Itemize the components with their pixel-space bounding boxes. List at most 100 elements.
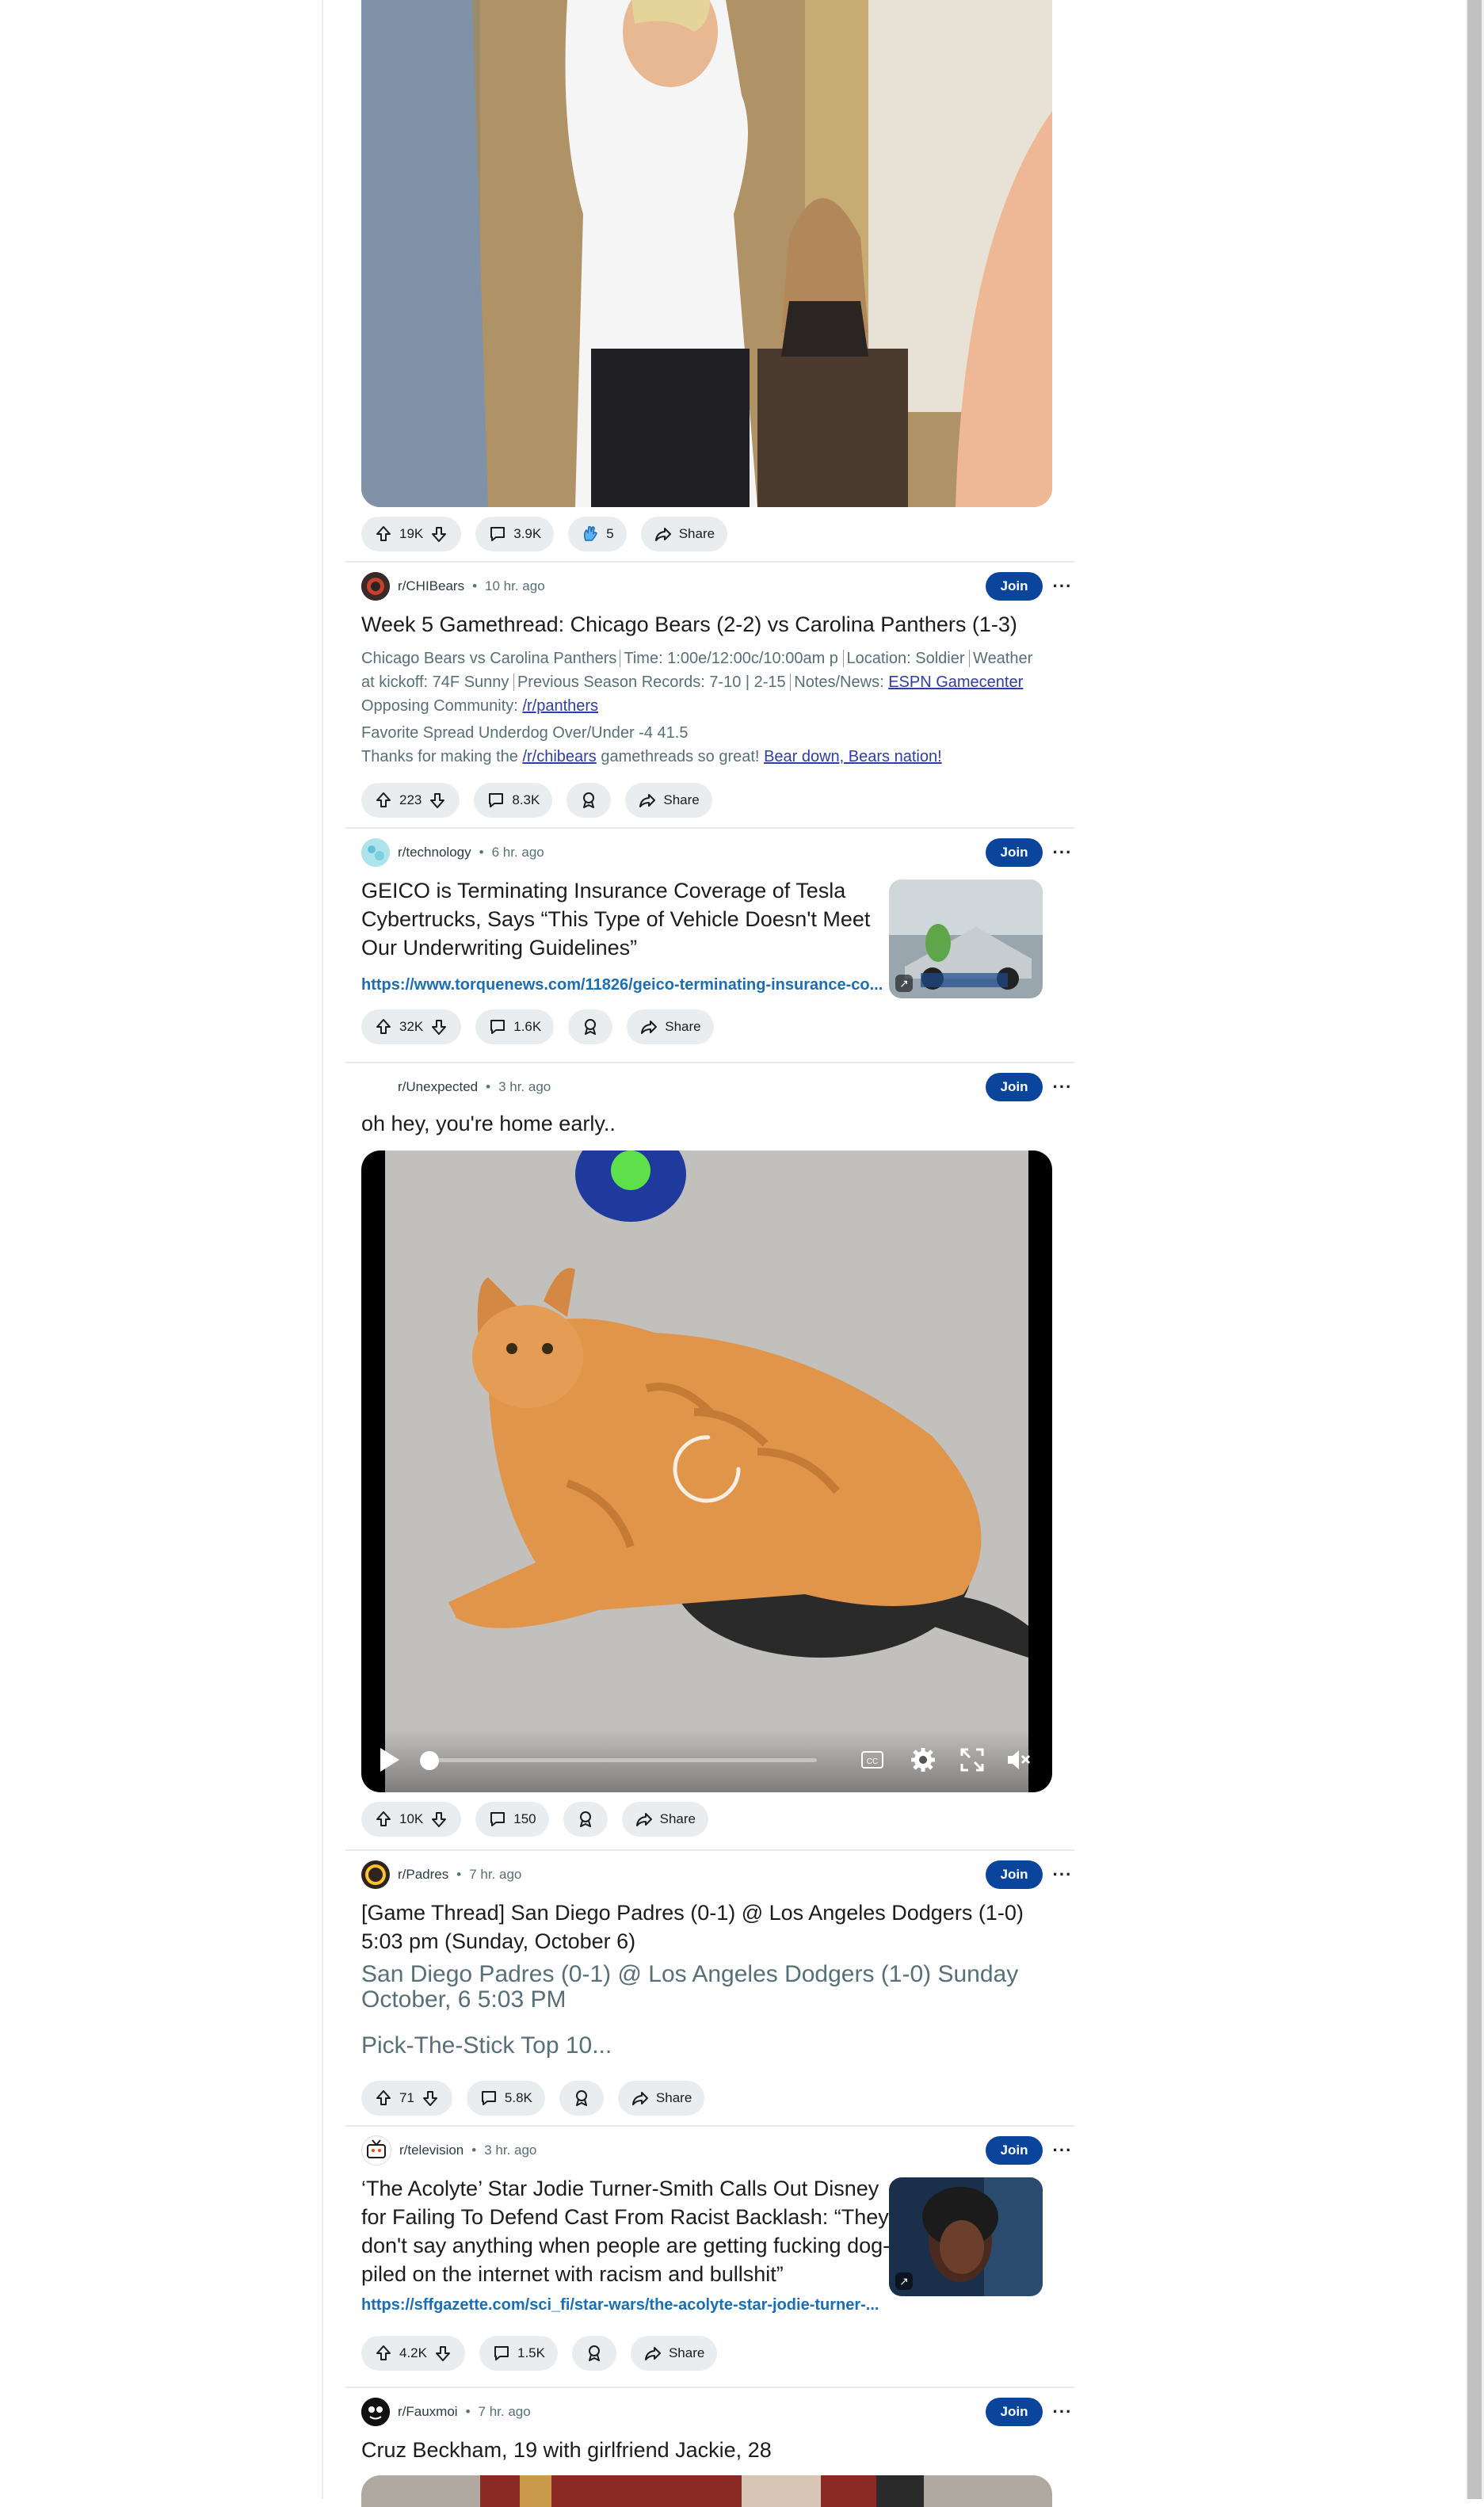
upvote-icon[interactable] xyxy=(374,1017,393,1036)
share-button[interactable]: Share xyxy=(617,2081,705,2116)
share-button[interactable]: Share xyxy=(627,1009,714,1044)
comments-button[interactable]: 5.8K xyxy=(466,2081,545,2116)
external-link-icon: ↗ xyxy=(895,975,913,992)
post-technology[interactable]: r/technology • 6 hr. ago Join ··· GEICO … xyxy=(345,830,1074,1060)
post-title[interactable]: Cruz Beckham, 19 with girlfriend Jackie,… xyxy=(361,2436,1059,2464)
downvote-icon[interactable] xyxy=(429,525,448,544)
subreddit-avatar[interactable] xyxy=(361,572,390,601)
share-label: Share xyxy=(663,792,700,807)
post-body[interactable]: San Diego Padres (0-1) @ Los Angeles Dod… xyxy=(361,1962,1059,2013)
share-button[interactable]: Share xyxy=(640,517,728,551)
post-title[interactable]: [Game Thread] San Diego Padres (0-1) @ L… xyxy=(361,1898,1059,1956)
external-link[interactable]: https://sffgazette.com/sci_fi/star-wars/… xyxy=(361,2296,892,2314)
downvote-icon[interactable] xyxy=(428,791,447,810)
feed-left-border xyxy=(322,0,323,2499)
subreddit-name[interactable]: r/Fauxmoi xyxy=(398,2404,458,2420)
post-actions: 4.2K 1.5K Share xyxy=(361,2336,718,2371)
subreddit-name[interactable]: r/technology xyxy=(398,845,471,860)
upvote-icon[interactable] xyxy=(374,525,393,544)
upvote-icon[interactable] xyxy=(374,2344,393,2363)
upvote-icon[interactable] xyxy=(374,2089,393,2108)
share-button[interactable]: Share xyxy=(621,1802,708,1837)
subreddit-avatar[interactable] xyxy=(361,838,390,867)
join-button[interactable]: Join xyxy=(986,572,1043,601)
post-image[interactable]: 19K 3.9K 5 Share xyxy=(345,0,1074,558)
more-options-icon[interactable]: ··· xyxy=(1051,1860,1074,1889)
post-thumbnail[interactable]: ↗ xyxy=(889,880,1043,998)
comments-button[interactable]: 3.9K xyxy=(475,517,555,551)
subreddit-name[interactable]: r/CHIBears xyxy=(398,578,464,594)
panthers-link[interactable]: /r/panthers xyxy=(522,697,598,715)
subreddit-avatar[interactable] xyxy=(361,2135,391,2165)
share-button[interactable]: Share xyxy=(630,2336,718,2371)
more-options-icon[interactable]: ··· xyxy=(1051,838,1074,867)
share-icon xyxy=(654,528,671,541)
post-bears[interactable]: r/CHIBears • 10 hr. ago Join ··· Week 5 … xyxy=(345,564,1074,826)
post-title[interactable]: Week 5 Gamethread: Chicago Bears (2-2) v… xyxy=(361,610,1074,639)
mute-icon[interactable] xyxy=(1005,1746,1032,1777)
fullscreen-icon[interactable] xyxy=(959,1746,986,1777)
post-body-preview[interactable]: Pick-The-Stick Top 10... xyxy=(361,2033,1059,2059)
subreddit-avatar[interactable] xyxy=(361,1073,390,1101)
post-padres[interactable]: r/Padres • 7 hr. ago Join ··· [Game Thre… xyxy=(345,1853,1074,2122)
post-title[interactable]: GEICO is Terminating Insurance Coverage … xyxy=(361,876,884,962)
espn-gamecenter-link[interactable]: ESPN Gamecenter xyxy=(888,673,1023,691)
award-button[interactable] xyxy=(563,1802,608,1837)
post-divider xyxy=(345,2125,1074,2127)
external-link[interactable]: https://www.torquenews.com/11826/geico-t… xyxy=(361,976,892,994)
scrollbar-thumb[interactable] xyxy=(1467,0,1482,2499)
join-button[interactable]: Join xyxy=(986,838,1043,867)
comments-button[interactable]: 150 xyxy=(475,1802,549,1837)
more-options-icon[interactable]: ··· xyxy=(1051,2136,1074,2165)
subreddit-name[interactable]: r/television xyxy=(399,2143,464,2158)
downvote-icon[interactable] xyxy=(429,1810,448,1829)
post-title[interactable]: ‘The Acolyte’ Star Jodie Turner-Smith Ca… xyxy=(361,2174,892,2288)
more-options-icon[interactable]: ··· xyxy=(1051,572,1074,601)
upvote-icon[interactable] xyxy=(374,791,393,810)
more-options-icon[interactable]: ··· xyxy=(1051,1073,1074,1101)
video-progress-track[interactable] xyxy=(425,1758,817,1762)
post-fauxmoi[interactable]: r/Fauxmoi • 7 hr. ago Join ··· Cruz Beck… xyxy=(345,2390,1074,2507)
post-image-media[interactable] xyxy=(361,2475,1052,2507)
closed-captions-icon[interactable]: CC xyxy=(860,1750,884,1774)
share-button[interactable]: Share xyxy=(625,783,712,818)
video-player[interactable]: CC xyxy=(361,1150,1052,1792)
join-button[interactable]: Join xyxy=(986,2398,1043,2426)
downvote-icon[interactable] xyxy=(429,1017,448,1036)
comment-count: 1.6K xyxy=(513,1019,542,1034)
post-body-line: Favorite Spread Underdog Over/Under -4 4… xyxy=(361,724,689,742)
video-scrubber-handle[interactable] xyxy=(420,1751,439,1770)
downvote-icon[interactable] xyxy=(433,2344,452,2363)
post-thumbnail[interactable]: ↗ xyxy=(889,2177,1043,2296)
meta-dot: • xyxy=(456,1867,462,1882)
settings-gear-icon[interactable] xyxy=(910,1746,937,1777)
award-button[interactable]: 5 xyxy=(568,517,627,551)
post-image-media[interactable] xyxy=(361,0,1052,507)
award-button[interactable] xyxy=(571,2336,616,2371)
join-button[interactable]: Join xyxy=(986,1860,1043,1889)
bear-down-link[interactable]: Bear down, Bears nation! xyxy=(764,748,942,765)
subreddit-avatar[interactable] xyxy=(361,2398,390,2426)
play-icon[interactable] xyxy=(377,1746,401,1777)
upvote-icon[interactable] xyxy=(374,1810,393,1829)
subreddit-name[interactable]: r/Unexpected xyxy=(398,1079,478,1095)
post-unexpected[interactable]: r/Unexpected • 3 hr. ago Join ··· oh hey… xyxy=(345,1065,1074,1849)
subreddit-avatar[interactable] xyxy=(361,1860,390,1889)
share-label: Share xyxy=(678,526,715,541)
post-meta: r/Fauxmoi • 7 hr. ago xyxy=(361,2396,531,2428)
comments-button[interactable]: 1.5K xyxy=(479,2336,558,2371)
chibears-link[interactable]: /r/chibears xyxy=(522,748,596,765)
post-body[interactable]: Chicago Bears vs Carolina Panthers Time: … xyxy=(361,647,1059,769)
comments-button[interactable]: 8.3K xyxy=(474,783,553,818)
more-options-icon[interactable]: ··· xyxy=(1051,2398,1074,2426)
award-button[interactable] xyxy=(559,2081,604,2116)
award-button[interactable] xyxy=(568,1009,613,1044)
downvote-icon[interactable] xyxy=(421,2089,440,2108)
join-button[interactable]: Join xyxy=(986,2136,1043,2165)
post-title[interactable]: oh hey, you're home early.. xyxy=(361,1109,1059,1138)
award-button[interactable] xyxy=(567,783,612,818)
post-television[interactable]: r/television • 3 hr. ago Join ··· ‘The A… xyxy=(345,2128,1074,2387)
comments-button[interactable]: 1.6K xyxy=(475,1009,555,1044)
subreddit-name[interactable]: r/Padres xyxy=(398,1867,448,1883)
join-button[interactable]: Join xyxy=(986,1073,1043,1101)
